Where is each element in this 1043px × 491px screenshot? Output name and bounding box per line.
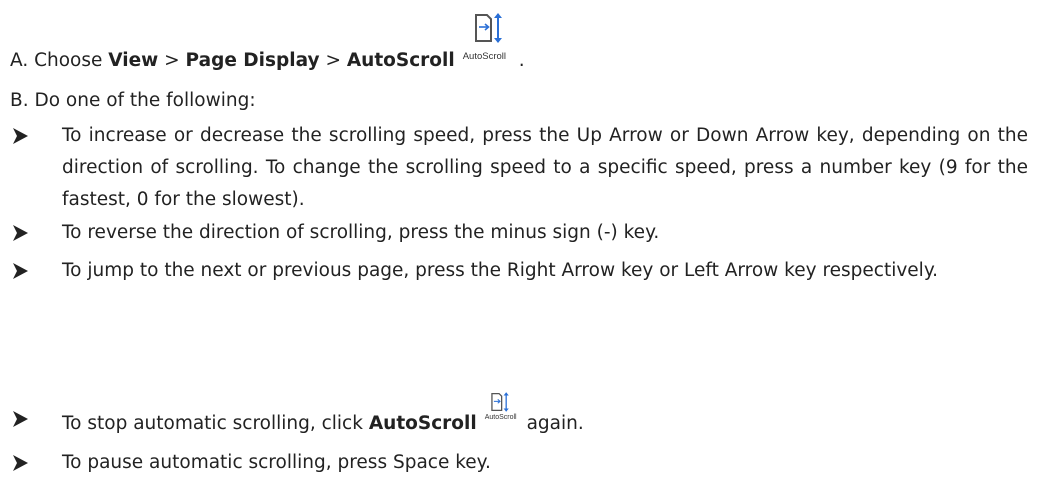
arrowhead-bullet-icon [12, 223, 40, 243]
autoscroll-glyph [474, 13, 502, 43]
document-page: A. Choose View > Page Display > AutoScro… [0, 0, 1043, 491]
autoscroll-glyph [490, 392, 509, 412]
step-a-prefix: A. Choose [10, 50, 109, 71]
arrowhead-bullet-icon [12, 261, 40, 281]
arrowhead-bullet-icon [12, 126, 40, 146]
arrowhead-bullet-icon [12, 409, 40, 429]
bullet-stop-prefix: To stop automatic scrolling, click [62, 413, 369, 434]
autoscroll-icon: AutoScroll [484, 392, 519, 429]
step-a: A. Choose View > Page Display > AutoScro… [10, 13, 525, 71]
bullet-stop: To stop automatic scrolling, click AutoS… [62, 392, 584, 434]
arrowhead-bullet-icon [12, 453, 40, 473]
bullet-stop-suffix: again. [520, 413, 584, 434]
step-a-end: . [518, 50, 525, 71]
autoscroll-icon: AutoScroll [462, 13, 517, 66]
step-a-separator-2: > [319, 50, 347, 71]
menu-autoscroll-again: AutoScroll [368, 413, 477, 434]
autoscroll-icon-caption: AutoScroll [484, 414, 517, 421]
bullet-reverse: To reverse the direction of scrolling, p… [62, 222, 660, 243]
step-a-separator-1: > [158, 50, 186, 71]
menu-view: View [108, 50, 159, 71]
step-b: B. Do one of the following: [10, 90, 256, 111]
bullet-jump: To jump to the next or previous page, pr… [62, 260, 939, 281]
bullet-speed: To increase or decrease the scrolling sp… [62, 125, 1028, 211]
menu-autoscroll: AutoScroll [346, 50, 455, 71]
menu-page-display: Page Display [185, 50, 320, 71]
bullet-pause: To pause automatic scrolling, press Spac… [62, 452, 491, 473]
autoscroll-icon-caption: AutoScroll [462, 51, 507, 62]
